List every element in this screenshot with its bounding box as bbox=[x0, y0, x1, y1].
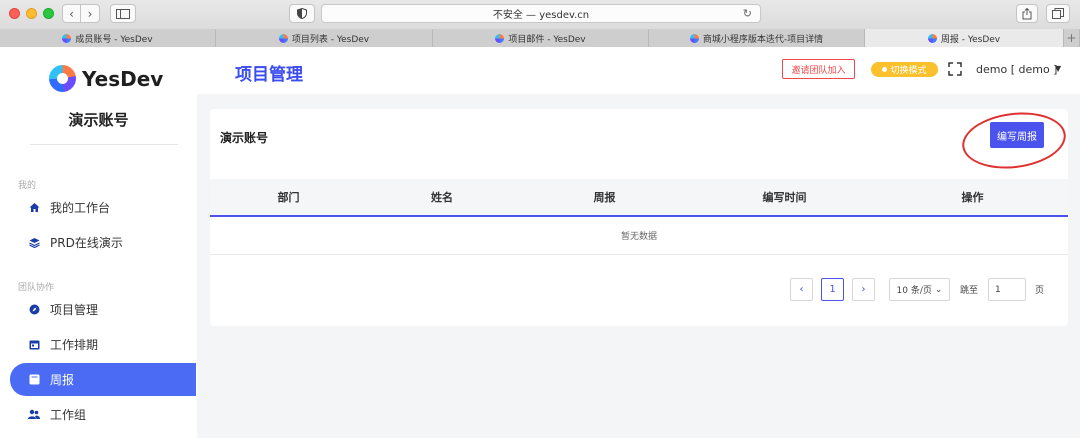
browser-tab[interactable]: 商城小程序版本迭代-项目详情 bbox=[649, 29, 865, 47]
close-window-button[interactable] bbox=[9, 8, 20, 19]
caret-down-icon[interactable]: ▼ bbox=[1055, 64, 1061, 73]
sidebar-item-workbench[interactable]: 我的工作台 bbox=[10, 191, 196, 224]
tab-bar: 成员账号 - YesDev 项目列表 - YesDev 项目邮件 - YesDe… bbox=[0, 29, 1080, 47]
switch-mode-button[interactable]: 切换模式 bbox=[871, 62, 938, 77]
sidebar-item-label: 项目管理 bbox=[50, 303, 99, 317]
browser-tab[interactable]: 成员账号 - YesDev bbox=[0, 29, 216, 47]
yesdev-logo-icon bbox=[49, 65, 76, 92]
shield-icon bbox=[297, 8, 307, 19]
top-header: 项目管理 邀请团队加入 切换模式 demo [ demo ] ▼ bbox=[197, 47, 1080, 94]
url-text: 不安全 — yesdev.cn bbox=[492, 10, 590, 21]
chevron-left-icon: ‹ bbox=[799, 284, 804, 295]
chevron-right-icon: › bbox=[87, 6, 93, 21]
sidebar-item-workgroup[interactable]: 工作组 bbox=[10, 398, 196, 431]
user-menu[interactable]: demo [ demo ] bbox=[976, 63, 1057, 76]
table-header: 部门 姓名 周报 编写时间 操作 bbox=[210, 179, 1068, 217]
minimize-window-button[interactable] bbox=[26, 8, 37, 19]
layers-icon bbox=[28, 237, 40, 249]
page-title: 项目管理 bbox=[235, 65, 303, 85]
tab-label: 成员账号 - YesDev bbox=[75, 34, 153, 45]
sidebar-item-label: 我的工作台 bbox=[50, 201, 111, 215]
app-logo[interactable]: YesDev bbox=[49, 65, 163, 92]
yesdev-favicon-icon bbox=[689, 33, 699, 43]
window-controls bbox=[9, 8, 54, 19]
compass-icon bbox=[28, 304, 40, 316]
share-button[interactable] bbox=[1016, 4, 1038, 23]
home-icon bbox=[28, 202, 40, 214]
privacy-report-button[interactable] bbox=[289, 4, 315, 23]
sidebar-item-weekly-report[interactable]: 周报 bbox=[10, 363, 196, 396]
forward-button[interactable]: › bbox=[81, 4, 100, 23]
tab-label: 项目列表 - YesDev bbox=[291, 34, 370, 45]
chevron-left-icon: ‹ bbox=[69, 6, 74, 21]
prev-page-button[interactable]: ‹ bbox=[790, 278, 813, 301]
report-icon bbox=[28, 374, 40, 386]
fullscreen-icon[interactable] bbox=[948, 62, 962, 76]
switch-mode-label: 切换模式 bbox=[890, 66, 927, 76]
new-tab-button[interactable]: + bbox=[1064, 29, 1080, 47]
page-suffix-label: 页 bbox=[1035, 286, 1045, 296]
zoom-window-button[interactable] bbox=[43, 8, 54, 19]
sidebar-item-label: 工作组 bbox=[50, 408, 87, 422]
sidebar-item-prd-demo[interactable]: PRD在线演示 bbox=[10, 226, 196, 259]
sidebar-item-label: PRD在线演示 bbox=[50, 236, 123, 250]
sidebar: YesDev 演示账号 我的 我的工作台 PRD在线演示 团队协作 项目管理 工… bbox=[0, 47, 197, 438]
reload-icon[interactable]: ↻ bbox=[743, 7, 752, 20]
jump-label: 跳至 bbox=[960, 286, 979, 296]
column-header[interactable]: 部门 bbox=[210, 179, 367, 215]
logo-text: YesDev bbox=[82, 66, 164, 91]
back-button[interactable]: ‹ bbox=[62, 4, 81, 23]
pagination: ‹ 1 › 10 条/页 ⌄ 跳至 页 bbox=[210, 278, 1068, 301]
browser-tab-active[interactable]: 周报 - YesDev bbox=[865, 29, 1064, 47]
tab-overview-button[interactable] bbox=[1046, 4, 1070, 23]
chevron-down-icon: ⌄ bbox=[934, 284, 943, 295]
account-name: 演示账号 bbox=[68, 111, 129, 129]
jump-page-input[interactable] bbox=[988, 278, 1026, 301]
yesdev-favicon-icon bbox=[495, 33, 505, 43]
page-size-label: 10 条/页 bbox=[896, 286, 932, 296]
address-bar[interactable]: 不安全 — yesdev.cn ↻ bbox=[321, 4, 761, 23]
weekly-report-card: 演示账号 编写周报 部门 姓名 周报 编写时间 操作 暂无数据 ‹ 1 › 10… bbox=[210, 106, 1069, 326]
calendar-icon bbox=[28, 339, 40, 351]
tab-label: 项目邮件 - YesDev bbox=[508, 34, 586, 45]
browser-toolbar: ‹ › 不安全 — yesdev.cn ↻ 成员账号 - YesDev 项目列表… bbox=[0, 0, 1080, 47]
page-number-button[interactable]: 1 bbox=[821, 278, 844, 301]
yesdev-favicon-icon bbox=[278, 33, 288, 43]
section-label-team: 团队协作 bbox=[18, 283, 55, 293]
column-header[interactable]: 姓名 bbox=[367, 179, 517, 215]
column-header[interactable]: 编写时间 bbox=[692, 179, 877, 215]
browser-tab[interactable]: 项目邮件 - YesDev bbox=[433, 29, 649, 47]
sidebar-icon bbox=[116, 8, 130, 19]
team-icon bbox=[28, 409, 40, 421]
write-weekly-report-button[interactable]: 编写周报 bbox=[990, 122, 1044, 148]
page-size-select[interactable]: 10 条/页 ⌄ bbox=[889, 278, 950, 301]
tab-label: 商城小程序版本迭代-项目详情 bbox=[702, 34, 824, 45]
sidebar-item-label: 周报 bbox=[50, 373, 75, 387]
column-header[interactable]: 周报 bbox=[517, 179, 692, 215]
invite-team-button[interactable]: 邀请团队加入 bbox=[782, 59, 855, 79]
sidebar-item-projects[interactable]: 项目管理 bbox=[10, 293, 196, 326]
tab-label: 周报 - YesDev bbox=[940, 34, 1001, 45]
sidebar-item-schedule[interactable]: 工作排期 bbox=[10, 328, 196, 361]
column-header[interactable]: 操作 bbox=[877, 179, 1068, 215]
empty-state: 暂无数据 bbox=[210, 217, 1068, 255]
mode-dot-icon bbox=[882, 67, 888, 72]
card-title: 演示账号 bbox=[220, 131, 269, 145]
share-icon bbox=[1022, 7, 1032, 19]
tab-overview-icon bbox=[1052, 8, 1064, 19]
sidebar-item-label: 工作排期 bbox=[50, 338, 99, 352]
next-page-button[interactable]: › bbox=[852, 278, 875, 301]
section-label-mine: 我的 bbox=[18, 181, 37, 191]
yesdev-favicon-icon bbox=[927, 33, 937, 43]
sidebar-divider bbox=[30, 144, 178, 145]
sidebar-toggle-button[interactable] bbox=[110, 4, 136, 23]
yesdev-favicon-icon bbox=[62, 33, 72, 43]
chevron-right-icon: › bbox=[861, 284, 866, 295]
browser-tab[interactable]: 项目列表 - YesDev bbox=[216, 29, 433, 47]
